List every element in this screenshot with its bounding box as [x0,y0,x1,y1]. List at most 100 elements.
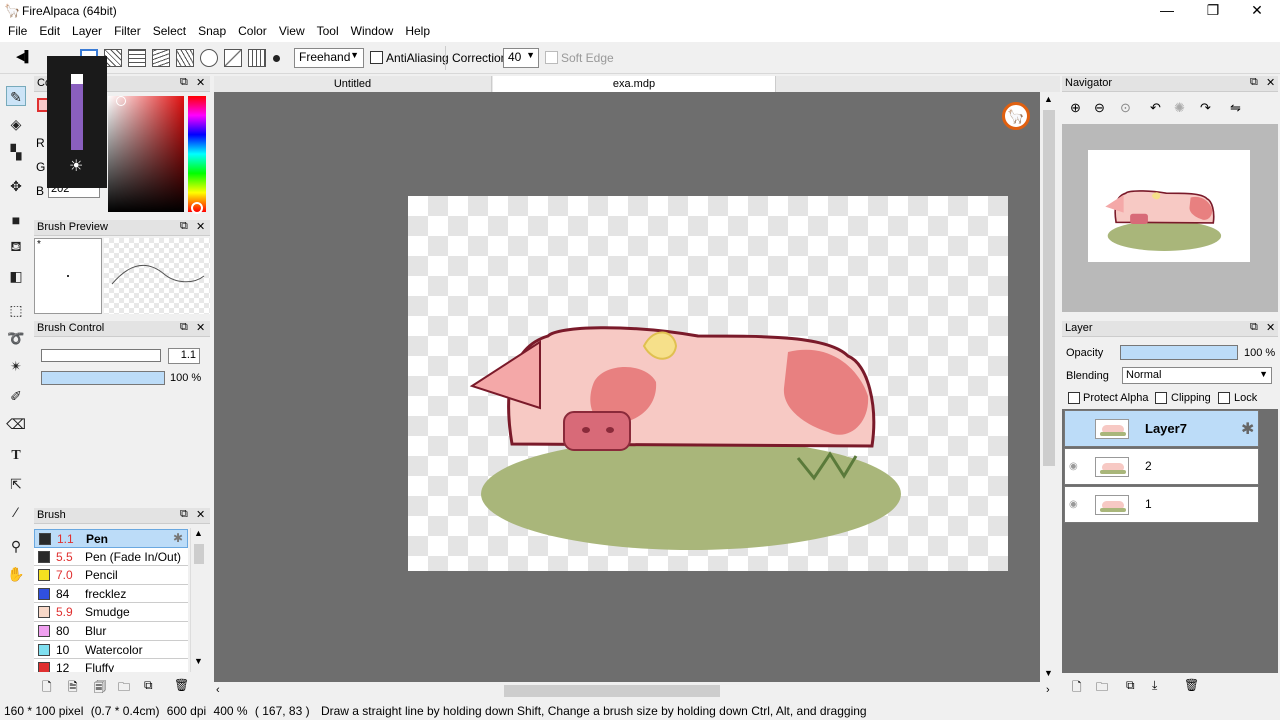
select-tool-icon[interactable]: ⬚ [6,300,26,320]
float-icon[interactable]: ⧉ [180,76,188,89]
close-icon[interactable]: ✕ [196,508,205,521]
float-icon[interactable]: ⧉ [1250,76,1258,89]
brush-item[interactable]: 5.9 Smudge [34,603,188,622]
bucket-tool-icon[interactable]: ⛾ [6,236,26,256]
text-tool-icon[interactable]: T [6,446,26,466]
brush-item[interactable]: 1.1 Pen ✱ [34,529,188,548]
float-icon[interactable]: ⧉ [1250,321,1258,334]
artwork-canvas[interactable] [408,196,1008,571]
new-layer-icon[interactable]: 🗋 [1072,678,1082,699]
menu-file[interactable]: File [2,22,33,42]
lasso-tool-icon[interactable]: ➰ [6,328,26,348]
hue-slider[interactable] [188,96,206,212]
scroll-thumb[interactable] [504,685,720,697]
opacity-slider[interactable] [71,74,83,150]
close-icon[interactable]: ✕ [196,76,205,89]
brush-settings-icon[interactable]: 🗐 [94,678,106,699]
float-icon[interactable]: ⧉ [180,220,188,233]
gear-icon[interactable]: ✱ [173,531,183,545]
brush-item[interactable]: 84 frecklez [34,584,188,604]
scroll-thumb[interactable] [1043,110,1055,466]
snap-perspective-icon[interactable] [248,49,266,67]
clipping-checkbox[interactable] [1155,392,1167,404]
layer-row[interactable]: ◉ 2 [1064,448,1259,485]
layer-opacity-slider[interactable] [1120,345,1238,360]
scroll-up-icon[interactable]: ▲ [1044,94,1053,104]
merge-layer-icon[interactable]: ⤓ [1152,678,1157,693]
rectangle-fill-icon[interactable]: ■ [6,210,26,230]
scroll-thumb[interactable] [194,544,204,564]
stroke-mode-select[interactable]: Freehand ▼ [294,48,364,68]
edit-brush-icon[interactable]: 🗎 [68,678,78,699]
layer-row[interactable]: Layer7 ✱ [1064,410,1259,447]
layer-settings-gear-icon[interactable]: ✱ [1241,419,1254,439]
brightness-icon[interactable]: ☀ [69,156,83,176]
gradient-tool-icon[interactable]: ◧ [6,266,26,286]
brush-size-slider[interactable] [41,349,161,362]
brush-item[interactable]: 10 Watercolor [34,640,188,660]
menu-view[interactable]: View [273,22,311,42]
delete-brush-icon[interactable]: 🗑 [174,678,189,692]
tab-exa-mdp[interactable]: exa.mdp [493,76,776,92]
eraser-tool-icon[interactable]: ◈ [6,114,26,134]
flip-icon[interactable]: ⇋ [1230,100,1241,116]
protect-alpha-checkbox[interactable] [1068,392,1080,404]
duplicate-brush-icon[interactable]: ⧉ [144,678,153,693]
dot-tool-icon[interactable]: ▚ [6,142,26,162]
add-brush-icon[interactable]: 🗋 [42,678,52,699]
snap-curve-icon[interactable] [152,49,170,67]
hand-tool-icon[interactable]: ✋ [6,564,26,584]
close-icon[interactable]: ✕ [1266,321,1275,334]
magic-wand-icon[interactable]: ✴ [6,356,26,376]
duplicate-layer-icon[interactable]: ⧉ [1126,678,1135,693]
zoom-in-icon[interactable]: ⊕ [1070,100,1081,116]
scroll-left-icon[interactable]: ‹ [216,684,220,696]
brush-item[interactable]: 12 Fluffy [34,659,188,672]
scroll-down-icon[interactable]: ▼ [1044,668,1053,678]
select-pen-icon[interactable]: ✐ [6,386,26,406]
maximize-button[interactable]: ❐ [1190,0,1236,22]
menu-edit[interactable]: Edit [33,22,66,42]
brush-item[interactable]: 5.5 Pen (Fade In/Out) [34,547,188,567]
brush-item[interactable]: 80 Blur [34,622,188,641]
rotate-right-icon[interactable]: ↷ [1200,100,1211,116]
divide-tool-icon[interactable]: ⁄ [6,502,26,522]
canvas-horizontal-scrollbar[interactable]: ‹ › [214,682,1060,700]
menu-help[interactable]: Help [399,22,436,42]
snap-circle-icon[interactable] [200,49,218,67]
delete-layer-icon[interactable]: 🗑 [1184,678,1199,692]
select-eraser-icon[interactable]: ⌫ [6,414,26,434]
blending-select[interactable]: Normal ▼ [1122,367,1272,384]
menu-tool[interactable]: Tool [311,22,345,42]
tab-untitled[interactable]: Untitled [214,76,492,92]
move-tool-icon[interactable]: ✥ [6,176,26,196]
menu-snap[interactable]: Snap [192,22,232,42]
lock-checkbox[interactable] [1218,392,1230,404]
scroll-up-icon[interactable]: ▲ [194,528,203,538]
brush-list-scrollbar[interactable]: ▲ ▼ [190,528,206,672]
scroll-right-icon[interactable]: › [1046,684,1050,696]
operation-tool-icon[interactable]: ⇱ [6,474,26,494]
close-button[interactable]: ✕ [1234,0,1280,22]
canvas-vertical-scrollbar[interactable]: ▲ ▼ [1040,92,1058,682]
menu-color[interactable]: Color [232,22,273,42]
collapse-left-icon[interactable]: ◀▌ [16,50,32,63]
eyedropper-icon[interactable]: ⚲ [6,536,26,556]
canvas-viewport[interactable]: 🦙 [214,92,1040,682]
brush-item[interactable]: 7.0 Pencil [34,566,188,585]
menu-select[interactable]: Select [147,22,192,42]
float-icon[interactable]: ⧉ [180,321,188,334]
float-icon[interactable]: ⧉ [180,508,188,521]
close-icon[interactable]: ✕ [196,220,205,233]
rotate-reset-icon[interactable]: ✺ [1174,100,1185,116]
new-folder-icon[interactable]: 🗀 [1096,678,1108,699]
brush-folder-icon[interactable]: 🗀 [118,678,130,699]
layer-row[interactable]: ◉ 1 [1064,486,1259,523]
menu-window[interactable]: Window [345,22,400,42]
visibility-icon[interactable]: ◉ [1069,499,1078,510]
scroll-down-icon[interactable]: ▼ [194,656,203,666]
soft-edge-checkbox[interactable] [545,51,558,64]
zoom-out-icon[interactable]: ⊖ [1094,100,1105,116]
snap-radial-icon[interactable] [176,49,194,67]
menu-layer[interactable]: Layer [66,22,108,42]
